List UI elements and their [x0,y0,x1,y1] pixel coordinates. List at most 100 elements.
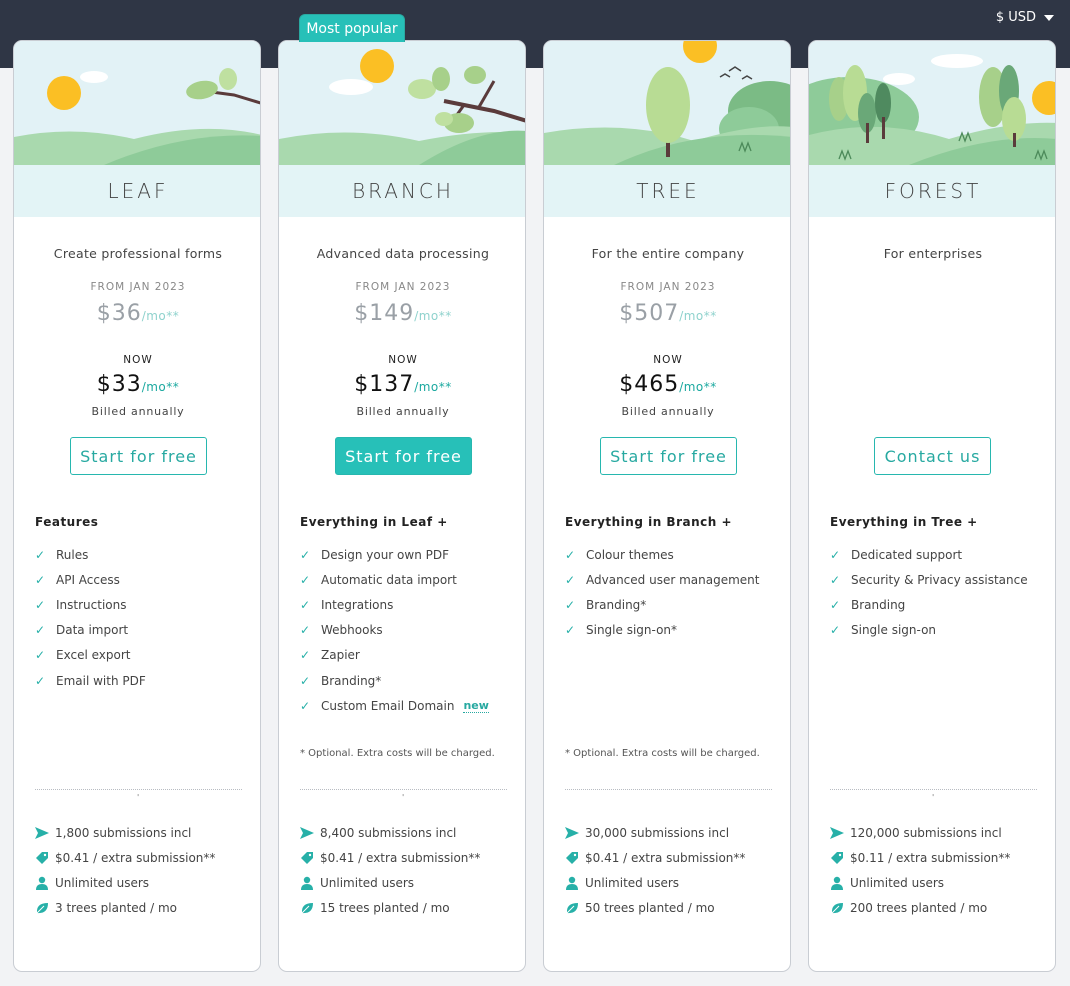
old-price-amount: $507 [619,301,680,326]
optional-cost-note: * Optional. Extra costs will be charged. [300,748,495,759]
feature-item: ✓ API Access [35,567,250,592]
feature-label: Branding* [321,673,382,688]
now-label: NOW [123,354,153,366]
feature-label: Rules [56,547,89,562]
old-price: $507/mo** [544,301,790,326]
old-price-amount: $149 [354,301,415,326]
check-icon: ✓ [300,572,311,587]
stat-extra: $0.11 / extra submission** [830,845,1045,870]
feature-list: ✓ Design your own PDF ✓ Automatic data imp… [300,542,515,718]
new-price-period: /mo** [679,380,717,394]
usage-stats: 120,000 submissions incl $0.11 / extra s… [830,820,1045,921]
feature-label: Webhooks [321,623,383,638]
new-price-amount: $137 [354,372,415,397]
from-date-label: FROM JAN 2023 [620,281,716,293]
feature-item: ✓ Integrations [300,592,515,617]
feature-item: ✓ Security & Privacy assistance [830,567,1045,592]
plan-tagline: For the entire company [591,246,745,261]
feature-list: ✓ Dedicated support ✓ Security & Privacy a… [830,542,1045,643]
feature-list: ✓ Colour themes ✓ Advanced user management… [565,542,780,643]
feature-label: Design your own PDF [321,547,449,562]
new-price-amount: $33 [96,372,142,397]
feature-list: ✓ Rules ✓ API Access ✓ Instructions ✓ Data i… [35,542,250,693]
stat-extra: $0.41 / extra submission** [565,845,780,870]
new-tag[interactable]: new [463,699,489,713]
start-for-free-button[interactable]: Start for free [335,437,472,475]
check-icon: ✓ [35,623,46,638]
send-icon [300,826,320,839]
feature-label: Custom Email Domain [321,698,455,713]
divider [35,789,242,790]
billing-note: Billed annually [621,405,715,418]
tag-icon [830,851,850,865]
new-price: $33/mo** [14,372,260,397]
plan-name: TREE [544,165,790,217]
from-date-label: FROM JAN 2023 [90,281,186,293]
feature-label: Excel export [56,648,131,663]
feature-label: Single sign-on* [586,623,678,638]
start-for-free-button[interactable]: Start for free [70,437,207,475]
new-price: $137/mo** [279,372,525,397]
divider [300,789,507,790]
currency-selector[interactable]: $ USD [996,10,1054,25]
tag-icon [35,851,55,865]
leaf-icon [35,901,55,915]
send-icon [35,826,55,839]
feature-label: Zapier [321,648,360,663]
check-icon: ✓ [830,597,841,612]
stat-trees: 200 trees planted / mo [830,896,1045,921]
contact-us-button[interactable]: Contact us [874,437,991,475]
old-price-period: /mo** [141,309,180,323]
feature-label: Branding [851,597,906,612]
billing-note: Billed annually [356,405,450,418]
stat-label: Unlimited users [320,875,415,890]
new-price-amount: $465 [619,372,680,397]
user-icon [35,876,55,890]
plan-tagline: Advanced data processing [316,246,490,261]
feature-item: ✓ Instructions [35,592,250,617]
divider-mark: ' [402,793,405,802]
check-icon: ✓ [300,547,311,562]
stat-label: 200 trees planted / mo [850,901,988,916]
check-icon: ✓ [300,648,311,663]
now-label: NOW [388,354,418,366]
check-icon: ✓ [300,623,311,638]
feature-item: ✓ Branding* [565,592,780,617]
old-price: $36/mo** [14,301,260,326]
feature-item: ✓ Excel export [35,643,250,668]
stat-label: Unlimited users [850,875,945,890]
old-price-period: /mo** [679,309,717,323]
check-icon: ✓ [830,547,841,562]
check-icon: ✓ [35,648,46,663]
start-for-free-button[interactable]: Start for free [600,437,737,475]
stat-label: $0.41 / extra submission** [585,850,746,865]
plan-card-forest: FOREST For enterprises Contact us Everyt… [808,40,1056,972]
feature-item: ✓ Email with PDF [35,668,250,693]
feature-label: Email with PDF [56,673,146,688]
user-icon [300,876,320,890]
new-price: $465/mo** [544,372,790,397]
feature-label: Advanced user management [586,572,760,587]
divider-mark: ' [932,793,935,802]
check-icon: ✓ [565,597,576,612]
stat-label: 50 trees planted / mo [585,901,715,916]
optional-cost-note: * Optional. Extra costs will be charged. [565,748,760,759]
plan-name: BRANCH [279,165,525,217]
new-price-period: /mo** [414,380,452,394]
divider-mark: ' [137,793,140,802]
stat-label: 1,800 submissions incl [55,825,192,840]
leaf-icon [830,901,850,915]
features-heading: Everything in Branch + [565,515,733,529]
stat-extra: $0.41 / extra submission** [35,845,250,870]
stat-trees: 50 trees planted / mo [565,896,780,921]
most-popular-badge: Most popular [299,14,405,42]
feature-label: Integrations [321,597,394,612]
user-icon [830,876,850,890]
check-icon: ✓ [830,572,841,587]
feature-item: ✓ Design your own PDF [300,542,515,567]
check-icon: ✓ [300,698,311,713]
stat-users: Unlimited users [300,870,515,895]
feature-item: ✓ Branding* [300,668,515,693]
stat-label: $0.41 / extra submission** [55,850,216,865]
stat-label: $0.41 / extra submission** [320,850,481,865]
